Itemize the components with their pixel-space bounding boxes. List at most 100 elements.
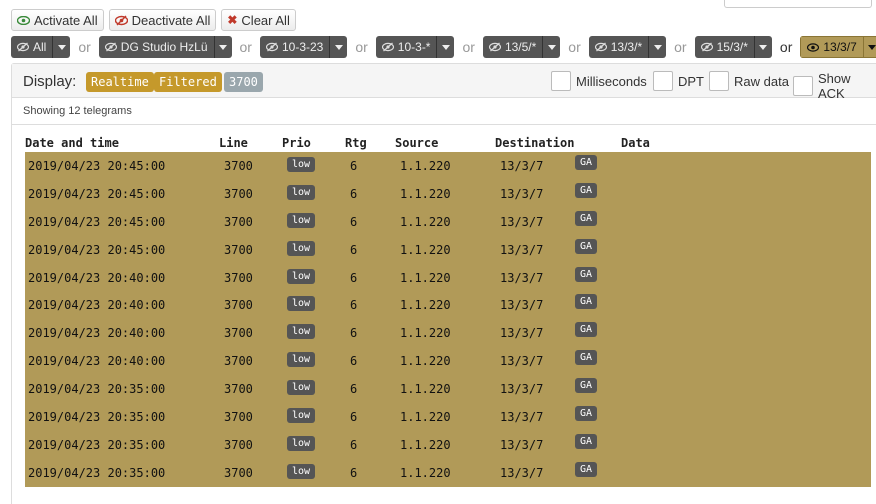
checkbox-box[interactable] [709,71,729,91]
checkbox-box[interactable] [551,71,571,91]
cell-destination: 13/3/7 [500,437,544,452]
cell-line: 3700 [224,465,253,480]
filter-all[interactable]: All [11,36,71,58]
filter-13-3-7[interactable]: 13/3/7 [800,36,876,58]
cell-type: GA [575,350,598,366]
chevron-down-icon[interactable] [863,36,876,58]
cell-destination: 13/3/7 [500,382,544,397]
cell-prio: low [287,240,316,256]
telegram-count-text: Showing 12 telegrams [23,105,132,117]
cell-line: 3700 [224,214,253,229]
filter-13-5-wild[interactable]: 13/5/* [482,36,561,58]
cell-datetime: 2019/04/23 20:40:00 [28,298,166,313]
or-separator: or [78,39,91,55]
chevron-down-icon[interactable] [543,36,561,58]
filter-13-3-7-toggle[interactable]: 13/3/7 [800,36,864,58]
table-row[interactable]: 2019/04/23 20:35:00 3700 low 6 1.1.220 13/3/7… [25,459,871,487]
checkbox-box[interactable] [793,76,813,96]
raw-data-checkbox[interactable]: Raw data [709,71,789,91]
milliseconds-checkbox[interactable]: Milliseconds [551,71,647,91]
cell-type: GA [575,406,598,422]
table-row[interactable]: 2019/04/23 20:40:00 3700 low 6 1.1.220 13/3/7… [25,319,871,347]
table-row[interactable]: 2019/04/23 20:40:00 3700 low 6 1.1.220 13/3/7… [25,291,871,319]
or-separator: or [779,39,793,55]
cell-destination: 13/3/7 [500,186,544,201]
filter-dg-studio[interactable]: DG Studio HzLü [98,36,232,58]
filter-label: 13/3/* [610,40,643,54]
raw-data-label: Raw data [734,73,789,89]
eye-slash-icon [381,42,394,52]
table-row[interactable]: 2019/04/23 20:45:00 3700 low 6 1.1.220 13/3/7… [25,208,871,236]
checkbox-box[interactable] [653,71,673,91]
cell-line: 3700 [224,437,253,452]
table-row[interactable]: 2019/04/23 20:35:00 3700 low 6 1.1.220 13/3/7… [25,375,871,403]
table-row[interactable]: 2019/04/23 20:45:00 3700 low 6 1.1.220 13/3/7… [25,152,871,180]
cell-datetime: 2019/04/23 20:35:00 [28,437,166,452]
close-icon: ✖ [227,13,238,27]
table-row[interactable]: 2019/04/23 20:40:00 3700 low 6 1.1.220 13/3/7… [25,347,871,375]
filter-15-3-wild-toggle[interactable]: 15/3/* [694,36,755,58]
filter-label: 13/3/7 [823,40,857,54]
table-row[interactable]: 2019/04/23 20:35:00 3700 low 6 1.1.220 13/3/7… [25,403,871,431]
chevron-down-icon[interactable] [53,36,71,58]
header-data[interactable]: Data [621,136,650,150]
table-row[interactable]: 2019/04/23 20:40:00 3700 low 6 1.1.220 13/3/7… [25,264,871,292]
dpt-checkbox[interactable]: DPT [653,71,704,91]
cell-destination: 13/3/7 [500,326,544,341]
filter-13-3-wild[interactable]: 13/3/* [588,36,667,58]
header-line[interactable]: Line [219,136,248,150]
clear-all-button[interactable]: ✖ Clear All [221,9,296,31]
header-destination[interactable]: Destination [495,136,574,150]
chevron-down-icon[interactable] [754,36,772,58]
chevron-down-icon[interactable] [214,36,232,58]
table-row[interactable]: 2019/04/23 20:35:00 3700 low 6 1.1.220 13/3/7… [25,431,871,459]
cell-prio: low [287,296,316,312]
realtime-badge[interactable]: Realtime [86,72,154,92]
filter-13-5-wild-toggle[interactable]: 13/5/* [482,36,544,58]
filter-all-toggle[interactable]: All [11,36,54,58]
filter-15-3-wild[interactable]: 15/3/* [694,36,772,58]
cell-prio: low [287,268,316,284]
header-prio[interactable]: Prio [282,136,311,150]
chevron-down-icon[interactable] [330,36,348,58]
show-ack-checkbox[interactable]: Show ACK [793,71,876,101]
table-row[interactable]: 2019/04/23 20:45:00 3700 low 6 1.1.220 13/3/7… [25,236,871,264]
cell-rtg: 6 [350,437,358,452]
cell-datetime: 2019/04/23 20:35:00 [28,410,166,425]
filter-10-3-wild-toggle[interactable]: 10-3-* [375,36,438,58]
chevron-down-icon[interactable] [437,36,455,58]
filter-10-3-23-toggle[interactable]: 10-3-23 [259,36,331,58]
eye-slash-icon [104,42,117,52]
activate-all-label: Activate All [34,12,98,28]
eye-slash-icon [700,42,713,52]
cell-prio: low [287,324,316,340]
display-options-bar: Display: Realtime Filtered 3700 Millisec… [12,64,876,101]
deactivate-all-button[interactable]: Deactivate All [108,9,217,31]
chevron-down-icon[interactable] [649,36,667,58]
filtered-badge[interactable]: Filtered [154,72,222,92]
show-ack-label: Show ACK [817,71,851,101]
or-separator: or [355,39,368,55]
cell-line: 3700 [224,186,253,201]
cell-source: 1.1.220 [400,437,451,452]
clear-all-label: Clear All [241,12,290,28]
cell-rtg: 6 [350,159,358,173]
cell-line: 3700 [224,270,253,285]
eye-icon [17,15,30,25]
filter-dg-studio-toggle[interactable]: DG Studio HzLü [98,36,215,58]
cell-destination: 13/3/7 [500,354,544,369]
filter-10-3-23[interactable]: 10-3-23 [259,36,348,58]
table-row[interactable]: 2019/04/23 20:45:00 3700 low 6 1.1.220 13/3/7… [25,180,871,208]
activate-all-button[interactable]: Activate All [11,9,104,31]
filter-13-3-wild-toggle[interactable]: 13/3/* [588,36,650,58]
search-box[interactable] [724,0,872,8]
cell-destination: 13/3/7 [500,242,544,257]
cell-type: GA [575,238,598,254]
header-rtg[interactable]: Rtg [345,136,367,150]
filter-10-3-wild[interactable]: 10-3-* [375,36,455,58]
or-separator: or [568,39,581,55]
cell-destination: 13/3/7 [500,465,544,480]
cell-source: 1.1.220 [400,298,451,313]
header-source[interactable]: Source [395,136,438,150]
header-datetime[interactable]: Date and time [25,136,119,150]
